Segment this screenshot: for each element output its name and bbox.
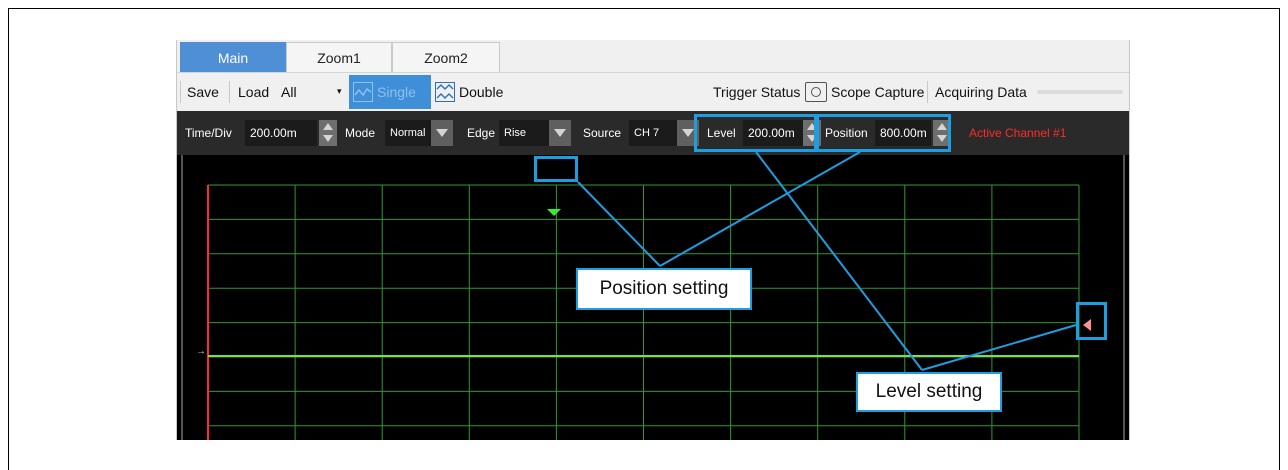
save-button[interactable]: Save bbox=[187, 73, 219, 111]
trigger-position-marker[interactable] bbox=[547, 209, 561, 216]
source-select[interactable]: CH 7 bbox=[629, 120, 677, 146]
single-label: Single bbox=[377, 84, 416, 100]
level-marker-highlight bbox=[1076, 302, 1107, 340]
position-highlight bbox=[816, 114, 951, 152]
tab-bar: Main Zoom1 Zoom2 bbox=[177, 40, 1129, 73]
mode-dropdown-button[interactable] bbox=[431, 120, 453, 146]
load-select[interactable]: All ▾ bbox=[281, 73, 343, 111]
double-wave-icon bbox=[435, 82, 455, 102]
active-channel-label: Active Channel #1 bbox=[969, 126, 1067, 140]
load-button[interactable]: Load bbox=[238, 73, 269, 111]
mode-select[interactable]: Normal bbox=[385, 120, 431, 146]
tab-main[interactable]: Main bbox=[180, 42, 286, 72]
position-marker-highlight bbox=[534, 156, 578, 182]
edge-select[interactable]: Rise bbox=[499, 120, 549, 146]
toolbar-divider bbox=[229, 81, 230, 103]
double-label: Double bbox=[459, 84, 504, 100]
single-button[interactable]: Single bbox=[349, 75, 431, 109]
time-div-input[interactable]: 200.00m bbox=[245, 120, 317, 146]
tab-zoom1[interactable]: Zoom1 bbox=[286, 42, 392, 72]
single-wave-icon bbox=[353, 82, 373, 102]
level-highlight bbox=[694, 114, 817, 152]
chevron-down-icon bbox=[436, 129, 448, 137]
chevron-down-icon bbox=[554, 129, 566, 137]
position-setting-callout: Position setting bbox=[576, 268, 752, 310]
arrow-down-icon bbox=[323, 135, 333, 142]
scope-capture-label: Scope Capture bbox=[831, 84, 925, 100]
trigger-control-bar: Time/Div 200.00m Mode Normal Edge Rise S… bbox=[177, 111, 1129, 155]
toolbar-divider bbox=[180, 81, 181, 103]
acquiring-progress-bar bbox=[1037, 90, 1123, 94]
camera-icon bbox=[805, 82, 827, 102]
load-select-value: All bbox=[281, 84, 297, 100]
edge-dropdown-button[interactable] bbox=[549, 120, 571, 146]
trigger-status: Trigger Status bbox=[713, 84, 801, 100]
arrow-right-icon: → bbox=[196, 346, 206, 357]
time-div-spinner[interactable] bbox=[319, 120, 337, 146]
level-setting-callout: Level setting bbox=[856, 372, 1002, 412]
double-button[interactable]: Double bbox=[435, 73, 503, 111]
chevron-down-icon bbox=[682, 129, 694, 137]
time-div-label: Time/Div bbox=[185, 126, 232, 140]
acquiring-status: Acquiring Data bbox=[935, 84, 1027, 100]
scope-capture-button[interactable]: Scope Capture bbox=[805, 73, 924, 111]
edge-label: Edge bbox=[467, 126, 496, 140]
chevron-down-icon: ▾ bbox=[337, 86, 342, 96]
arrow-up-icon bbox=[323, 123, 333, 130]
toolbar-divider bbox=[927, 81, 928, 103]
source-label: Source bbox=[583, 126, 622, 140]
mode-label: Mode bbox=[345, 126, 376, 140]
tab-zoom2[interactable]: Zoom2 bbox=[392, 42, 500, 72]
toolbar: Save Load All ▾ Single Double Trigger St… bbox=[177, 73, 1129, 111]
